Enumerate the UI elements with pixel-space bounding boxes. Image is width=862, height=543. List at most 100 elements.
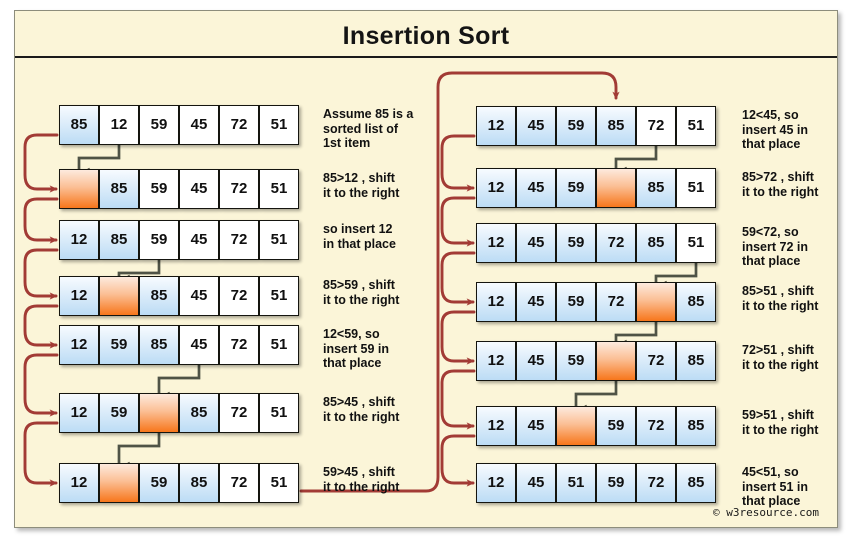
array-cell: 45 (179, 169, 219, 209)
array-cell: 45 (179, 220, 219, 260)
array-cell: 85 (139, 276, 179, 316)
array-cell: 59 (556, 223, 596, 263)
flow-arrow (440, 434, 476, 487)
array-cell: 12 (476, 341, 516, 381)
array-row: 12 85 45 72 51 (59, 276, 299, 316)
array-cell (59, 169, 99, 209)
array-row: 85 12 59 45 72 51 (59, 105, 299, 145)
array-cell: 12 (59, 463, 99, 503)
page-title: Insertion Sort (342, 22, 510, 50)
array-cell: 12 (476, 168, 516, 208)
array-cell (556, 406, 596, 446)
array-cell: 45 (516, 106, 556, 146)
array-cell: 12 (59, 393, 99, 433)
connector-overlay (23, 71, 698, 493)
flow-arrow (440, 369, 476, 430)
array-cell: 85 (99, 169, 139, 209)
array-cell: 85 (676, 463, 716, 503)
array-cell: 12 (59, 220, 99, 260)
array-cell: 45 (179, 276, 219, 316)
array-cell: 45 (179, 325, 219, 365)
step-caption: 59>45 , shift it to the right (323, 465, 400, 494)
array-cell: 72 (219, 393, 259, 433)
array-cell: 85 (636, 223, 676, 263)
array-cell: 85 (179, 393, 219, 433)
array-row: 85 59 45 72 51 (59, 169, 299, 209)
array-cell: 12 (476, 106, 516, 146)
array-cell: 12 (59, 276, 99, 316)
array-cell: 85 (676, 406, 716, 446)
array-row: 12 45 59 72 85 51 (476, 223, 716, 263)
array-cell: 51 (259, 393, 299, 433)
array-cell: 12 (99, 105, 139, 145)
array-cell: 51 (259, 276, 299, 316)
array-row: 12 45 59 72 85 (476, 406, 716, 446)
array-cell: 45 (516, 463, 556, 503)
step-caption: 12<45, so insert 45 in that place (742, 108, 808, 152)
array-cell: 51 (259, 169, 299, 209)
array-cell: 72 (219, 463, 259, 503)
array-cell: 45 (516, 341, 556, 381)
array-cell: 85 (99, 220, 139, 260)
step-caption: 59>51 , shift it to the right (742, 408, 819, 437)
array-cell: 51 (259, 463, 299, 503)
array-cell: 72 (636, 463, 676, 503)
array-cell: 72 (636, 406, 676, 446)
array-cell: 51 (259, 105, 299, 145)
array-cell: 51 (259, 325, 299, 365)
array-cell: 85 (676, 341, 716, 381)
array-cell: 12 (476, 463, 516, 503)
array-cell: 85 (676, 282, 716, 322)
array-row: 12 45 59 85 72 51 (476, 106, 716, 146)
array-cell: 59 (139, 463, 179, 503)
flow-arrow (23, 353, 59, 417)
array-cell: 45 (516, 282, 556, 322)
array-cell: 72 (219, 105, 259, 145)
flow-arrow (440, 134, 476, 192)
array-cell (139, 393, 179, 433)
array-cell (636, 282, 676, 322)
array-cell: 59 (99, 325, 139, 365)
step-caption: 72>51 , shift it to the right (742, 343, 819, 372)
array-row: 12 45 59 72 85 (476, 341, 716, 381)
step-caption: Assume 85 is a sorted list of 1st item (323, 107, 414, 151)
array-cell: 85 (179, 463, 219, 503)
array-cell: 51 (676, 223, 716, 263)
array-cell: 59 (596, 463, 636, 503)
array-cell: 72 (219, 220, 259, 260)
array-cell: 85 (59, 105, 99, 145)
array-cell: 45 (516, 406, 556, 446)
array-cell: 72 (636, 106, 676, 146)
array-row: 12 59 85 45 72 51 (59, 325, 299, 365)
array-cell (99, 463, 139, 503)
array-cell: 59 (139, 105, 179, 145)
array-cell: 59 (556, 282, 596, 322)
step-caption: 85>51 , shift it to the right (742, 284, 819, 313)
title-bar: Insertion Sort (15, 11, 837, 58)
flow-arrow (440, 310, 476, 365)
array-cell (99, 276, 139, 316)
array-row: 12 85 59 45 72 51 (59, 220, 299, 260)
flow-arrow (23, 197, 59, 244)
array-cell: 85 (636, 168, 676, 208)
array-cell: 72 (636, 341, 676, 381)
step-caption: 12<59, so insert 59 in that place (323, 327, 389, 371)
array-row: 12 59 85 72 51 (59, 393, 299, 433)
flow-arrow (440, 251, 476, 306)
flow-arrow (440, 196, 476, 247)
array-cell: 59 (99, 393, 139, 433)
shift-arrow (117, 433, 161, 473)
array-cell: 12 (476, 406, 516, 446)
array-cell: 51 (676, 106, 716, 146)
array-cell: 59 (556, 106, 596, 146)
array-cell: 12 (476, 282, 516, 322)
array-cell: 59 (139, 220, 179, 260)
step-caption: 85>12 , shift it to the right (323, 171, 400, 200)
array-cell: 45 (179, 105, 219, 145)
array-row: 12 45 59 72 85 (476, 282, 716, 322)
array-cell: 51 (676, 168, 716, 208)
array-cell (596, 168, 636, 208)
array-cell: 72 (219, 169, 259, 209)
step-caption: 85>59 , shift it to the right (323, 278, 400, 307)
array-row: 12 59 85 72 51 (59, 463, 299, 503)
